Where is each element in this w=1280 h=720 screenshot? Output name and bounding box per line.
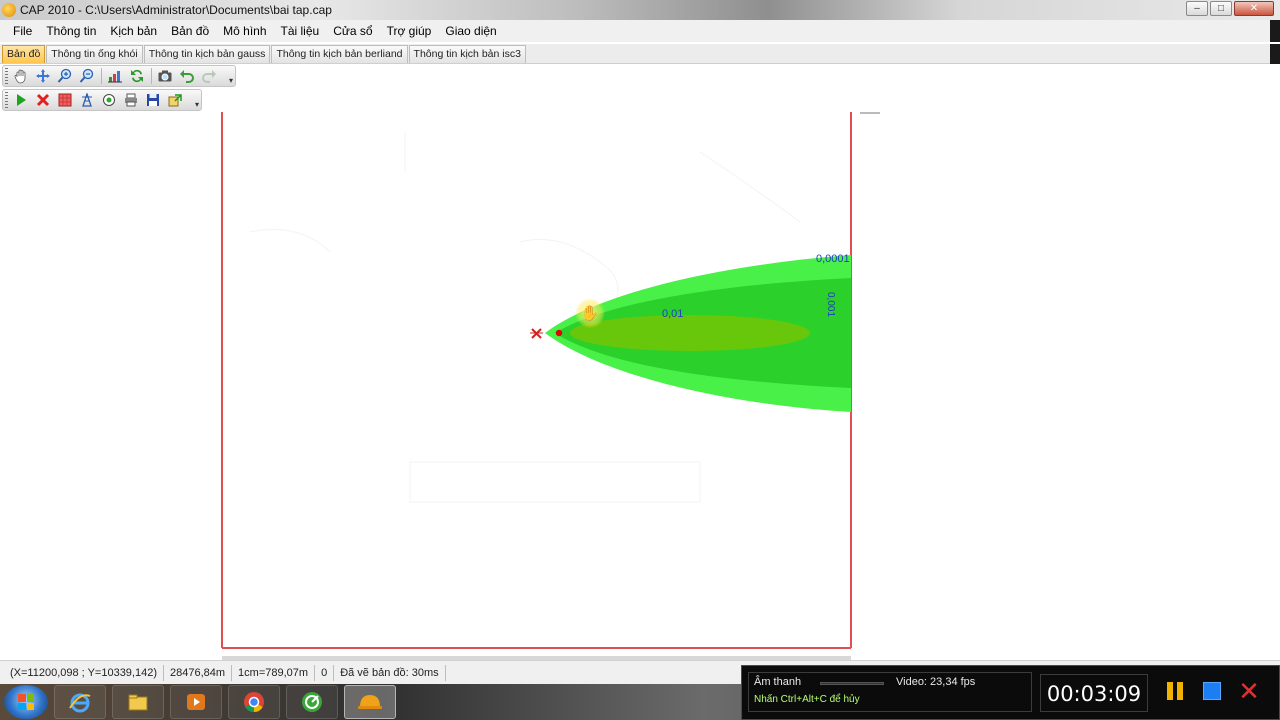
toolbar-separator <box>151 68 152 84</box>
chart-icon[interactable] <box>106 67 124 85</box>
ie-icon[interactable] <box>54 685 106 719</box>
cap-app-icon[interactable] <box>344 685 396 719</box>
contour-label-0-01: 0,01 <box>662 308 684 320</box>
toolbar-overflow-icon[interactable]: ▾ <box>195 100 199 109</box>
status-distance: 28476,84m <box>164 664 233 681</box>
close-window-button[interactable]: ✕ <box>1234 1 1274 16</box>
stop-icon <box>1203 682 1221 700</box>
explorer-icon[interactable] <box>112 685 164 719</box>
stop-button[interactable] <box>1199 678 1225 704</box>
cancel-recording-button[interactable]: ✕ <box>1236 678 1262 704</box>
menu-cua-so[interactable]: Cửa sổ <box>326 24 379 38</box>
screen-recorder-panel: Âm thanh Video: 23,34 fps Nhấn Ctrl+Alt+… <box>741 665 1280 720</box>
chrome-icon[interactable] <box>228 685 280 719</box>
recorder-audio-meter <box>820 682 884 685</box>
contour-label-0-0001: 0,0001 <box>816 253 850 265</box>
status-count: 0 <box>315 664 335 681</box>
menu-tai-lieu[interactable]: Tài liệu <box>274 24 327 38</box>
pause-button[interactable] <box>1162 678 1188 704</box>
maximize-button[interactable]: □ <box>1210 1 1232 16</box>
status-coordinates: (X=11200,098 ; Y=10339,142) <box>4 664 164 681</box>
zoom-out-icon[interactable] <box>78 67 96 85</box>
target-icon[interactable] <box>100 91 118 109</box>
undo-icon[interactable] <box>178 67 196 85</box>
status-render-time: Đã vẽ bản đồ: 30ms <box>334 664 446 681</box>
window-controls: – □ ✕ <box>1186 1 1274 16</box>
recorder-cancel-hint: Nhấn Ctrl+Alt+C để hủy <box>754 694 860 705</box>
windows-logo-icon <box>18 694 34 710</box>
start-button[interactable] <box>4 685 48 719</box>
print-icon[interactable] <box>122 91 140 109</box>
select-arrow-icon[interactable] <box>34 67 52 85</box>
tab-kich-ban-berliand[interactable]: Thông tin kịch bản berliand <box>271 45 408 63</box>
window-title: CAP 2010 - C:\Users\Administrator\Docume… <box>20 3 332 17</box>
pause-icon <box>1167 682 1173 700</box>
tower-icon[interactable] <box>78 91 96 109</box>
app-icon <box>2 3 16 17</box>
toolbar-grip[interactable] <box>5 68 8 84</box>
toolbar-grip[interactable] <box>5 92 8 108</box>
menu-file[interactable]: File <box>6 24 39 38</box>
export-icon[interactable] <box>166 91 184 109</box>
recorder-video-fps: Video: 23,34 fps <box>896 676 976 688</box>
run-icon[interactable] <box>12 91 30 109</box>
menu-giao-dien[interactable]: Giao diện <box>438 24 503 38</box>
save-icon[interactable] <box>144 91 162 109</box>
delete-icon[interactable] <box>34 91 52 109</box>
minimize-button[interactable]: – <box>1186 1 1208 16</box>
redo-icon[interactable] <box>200 67 218 85</box>
contour-inner <box>570 315 810 351</box>
stack-marker-icon[interactable] <box>530 328 543 339</box>
emission-source-point[interactable] <box>555 329 563 337</box>
recorder-audio-label: Âm thanh <box>754 676 802 688</box>
pan-hand-icon[interactable] <box>12 67 30 85</box>
menu-bar: File Thông tin Kịch bản Bản đồ Mô hình T… <box>0 20 1280 42</box>
toolbar-separator <box>101 68 102 84</box>
map-canvas[interactable]: 0,0001 0,001 0,01 ✋ <box>0 112 1280 660</box>
tab-bar: Bản đồ Thông tin ống khói Thông tin kịch… <box>0 44 1280 64</box>
tab-ban-do[interactable]: Bản đồ <box>2 45 46 63</box>
camera-icon[interactable] <box>156 67 174 85</box>
tab-edge <box>1270 44 1280 64</box>
app-green-icon[interactable] <box>286 685 338 719</box>
menu-thong-tin[interactable]: Thông tin <box>39 24 103 38</box>
toolbar-map: ▾ <box>2 65 236 87</box>
recorder-timer: 00:03:09 <box>1040 674 1148 712</box>
menu-mo-hinh[interactable]: Mô hình <box>216 24 273 38</box>
close-icon: ✕ <box>1238 676 1260 706</box>
toolbar-overflow-icon[interactable]: ▾ <box>229 76 233 85</box>
refresh-icon[interactable] <box>128 67 146 85</box>
tab-thong-tin-ong-khoi[interactable]: Thông tin ống khói <box>46 45 143 63</box>
toolbar-scenario: ▾ <box>2 89 202 111</box>
grid-icon[interactable] <box>56 91 74 109</box>
menu-tro-giup[interactable]: Trợ giúp <box>380 24 439 38</box>
hand-cursor-icon: ✋ <box>575 298 605 328</box>
tab-kich-ban-gauss[interactable]: Thông tin kịch bản gauss <box>143 45 271 63</box>
status-scale: 1cm=789,07m <box>232 664 316 681</box>
menu-edge <box>1270 20 1280 42</box>
menu-ban-do[interactable]: Bản đồ <box>164 24 216 38</box>
menu-kich-ban[interactable]: Kịch bản <box>103 24 164 38</box>
title-bar: CAP 2010 - C:\Users\Administrator\Docume… <box>0 0 1280 20</box>
media-player-icon[interactable] <box>170 685 222 719</box>
contour-label-0-001: 0,001 <box>825 292 836 318</box>
zoom-in-icon[interactable] <box>56 67 74 85</box>
tab-kich-ban-isc3[interactable]: Thông tin kịch bản isc3 <box>408 45 526 63</box>
map-drawing <box>221 112 880 660</box>
